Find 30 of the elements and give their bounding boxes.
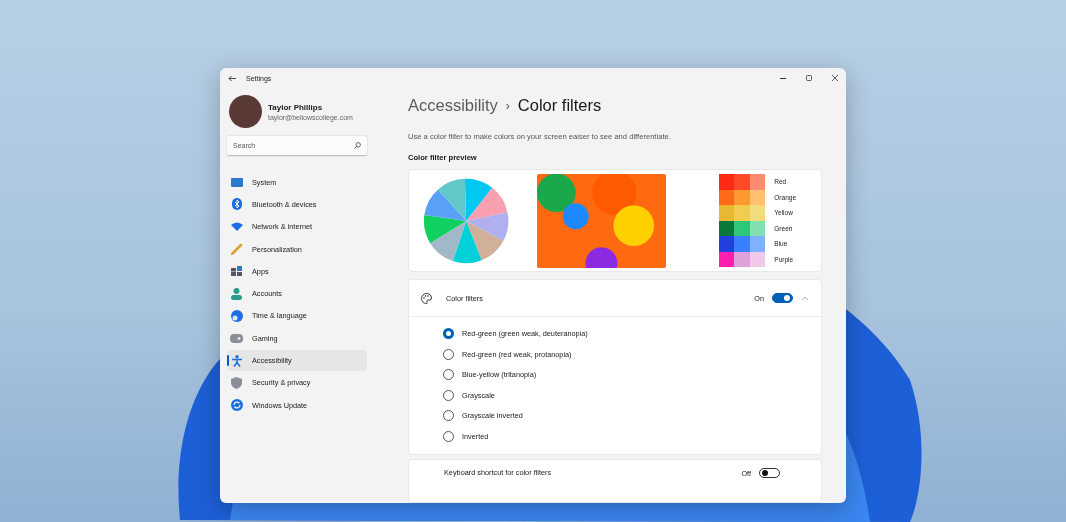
brush-icon xyxy=(230,243,243,256)
toggle-switch[interactable] xyxy=(772,293,793,304)
profile-name: Taylor Phillips xyxy=(268,102,324,112)
person-icon xyxy=(230,287,243,300)
back-arrow-icon[interactable] xyxy=(228,74,236,82)
accessibility-icon xyxy=(230,354,243,367)
radio-button[interactable] xyxy=(443,410,454,422)
gamepad-icon xyxy=(230,333,243,343)
search-icon xyxy=(354,142,361,149)
monitor-icon xyxy=(230,177,243,187)
toggle-switch[interactable] xyxy=(759,468,780,479)
wifi-icon xyxy=(230,222,243,232)
radio-button[interactable] xyxy=(443,389,454,401)
radio-button[interactable] xyxy=(443,348,454,360)
radio-button[interactable] xyxy=(443,328,454,340)
bluetooth-icon xyxy=(230,198,243,211)
radio-button[interactable] xyxy=(443,430,454,442)
maximize-icon[interactable] xyxy=(806,75,812,81)
globe-clock-icon xyxy=(230,309,243,322)
shield-icon xyxy=(230,376,243,389)
breadcrumb-separator: › xyxy=(505,98,510,113)
minimize-icon[interactable] xyxy=(780,77,786,79)
palette-icon xyxy=(421,292,432,304)
radio-button[interactable] xyxy=(443,369,454,381)
close-icon[interactable] xyxy=(832,75,838,81)
apps-icon xyxy=(230,266,243,277)
breadcrumb-link[interactable]: Accessibility xyxy=(408,96,498,115)
avatar xyxy=(229,95,262,128)
sync-icon xyxy=(230,399,243,412)
page-title: Color filters xyxy=(517,96,602,115)
